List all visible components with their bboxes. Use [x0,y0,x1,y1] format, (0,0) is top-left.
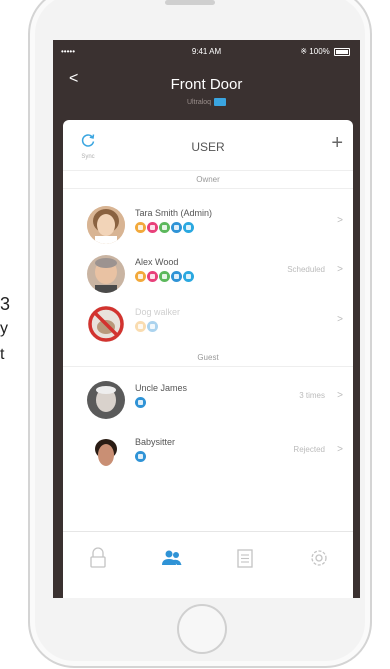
avatar-image [87,206,125,244]
tab-log[interactable] [233,546,257,570]
access-icons [135,397,147,409]
tab-lock[interactable] [86,546,110,570]
lock-icon [90,547,106,568]
card-icon [147,321,158,332]
lock-model-text: Ultraloq [186,98,212,106]
side-text-3: 3 [0,294,11,314]
user-card: Sync USER + Owner Tara Smith (Admin) > A… [63,120,353,598]
avatar [87,435,125,473]
battery-indicator: ※ 100% [300,47,350,56]
avatar-image [87,381,125,419]
chevron-right-icon: > [337,264,343,275]
settings-icon [311,550,327,566]
ekey-icon [159,271,170,282]
avatar-image [87,255,125,293]
access-icons [135,222,195,234]
section-owner: Owner [196,175,220,184]
section-guest: Guest [197,353,219,362]
code-icon [135,321,146,332]
home-button[interactable] [177,604,227,654]
card-icon [135,397,146,408]
chevron-right-icon: > [337,314,343,325]
avatar-image [87,435,125,473]
avatar [87,206,125,244]
user-name: Tara Smith (Admin) [135,208,213,218]
user-status: 3 times [299,391,325,400]
user-name: Babysitter [135,437,176,447]
card-title: USER [191,140,225,154]
access-icons [135,271,195,283]
add-user-button[interactable]: + [331,132,343,155]
user-status: Scheduled [287,265,325,274]
battery-percent: 100% [309,47,330,56]
user-row-babysitter[interactable]: Babysitter Rejected > [63,430,353,478]
chevron-right-icon: > [337,215,343,226]
blocked-icon [88,306,124,342]
access-icons [135,451,147,463]
user-row-alex-wood[interactable]: Alex Wood Scheduled > [63,250,353,298]
fingerprint-icon [147,271,158,282]
user-status: Rejected [293,445,325,454]
card-header: Sync USER + [63,120,353,171]
wifi-icon [183,222,194,233]
divider [63,366,353,367]
avatar [87,255,125,293]
avatar [87,381,125,419]
tab-settings[interactable] [307,546,331,570]
user-row-uncle-james[interactable]: Uncle James 3 times > [63,376,353,424]
app-screen: ••••• 9:41 AM ※ 100% < Front Door Ultral… [53,40,360,598]
speaker-grille [165,0,215,5]
card-icon [171,222,182,233]
ekey-icon [159,222,170,233]
lock-model-label: Ultraloq [53,98,360,106]
chevron-right-icon: > [337,444,343,455]
code-icon [135,222,146,233]
battery-icon [334,47,350,56]
fingerprint-icon [147,222,158,233]
page-title: Front Door [170,76,243,93]
log-icon [237,549,253,568]
sync-label: Sync [81,154,95,160]
wifi-badge-icon [214,98,227,106]
user-name: Dog walker [135,307,181,317]
card-icon [171,271,182,282]
access-icons [135,321,159,333]
user-name: Alex Wood [135,257,179,267]
bluetooth-icon: ※ [300,47,308,56]
user-row-dog-walker[interactable]: Dog walker > [63,300,353,348]
side-text-y: y [0,320,8,337]
tab-users[interactable] [160,546,184,570]
avatar [87,305,125,343]
side-text-t: t [0,346,5,363]
users-icon [162,550,182,565]
status-bar: ••••• 9:41 AM ※ 100% [53,40,360,62]
user-name: Uncle James [135,383,188,393]
divider [63,188,353,189]
tab-bar [63,531,353,582]
card-icon [135,451,146,462]
wifi-icon [183,271,194,282]
code-icon [135,271,146,282]
chevron-right-icon: > [337,390,343,401]
user-row-tara-smith[interactable]: Tara Smith (Admin) > [63,201,353,249]
